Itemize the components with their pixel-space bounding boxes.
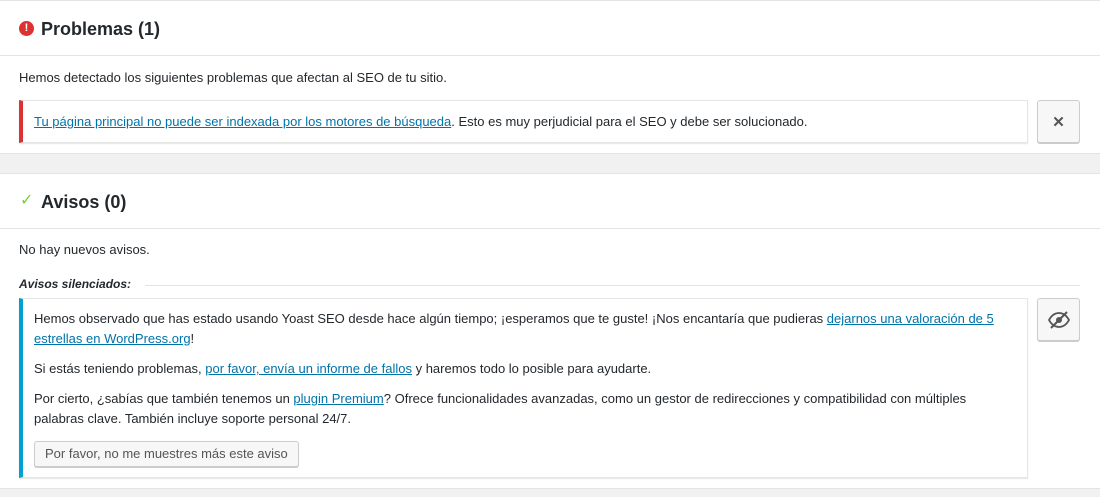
muted-divider — [145, 285, 1080, 286]
rating-text: Hemos observado que has estado usando Yo… — [34, 311, 827, 326]
checkmark-icon: ✓ — [20, 192, 34, 209]
muted-notices-heading: Avisos silenciados: — [19, 277, 132, 291]
rating-paragraph: Hemos observado que has estado usando Yo… — [34, 309, 997, 349]
problems-intro: Hemos detectado los siguientes problemas… — [19, 70, 447, 85]
bug-report-paragraph: Si estás teniendo problemas, por favor, … — [34, 359, 997, 379]
premium-paragraph: Por cierto, ¿sabías que también tenemos … — [34, 389, 997, 429]
problems-header: ! Problemas (1) — [0, 1, 1100, 56]
close-icon: ✕ — [1052, 113, 1065, 131]
bug-report-text-end: y haremos todo lo posible para ayudarte. — [411, 361, 652, 376]
homepage-index-link[interactable]: Tu página principal no puede ser indexad… — [34, 114, 451, 129]
warnings-title: Avisos (0) — [41, 192, 127, 212]
problems-panel: ! Problemas (1) Hemos detectado los sigu… — [0, 0, 1100, 154]
unhide-notice-button[interactable] — [1037, 298, 1080, 341]
bug-report-text: Si estás teniendo problemas, — [34, 361, 206, 376]
alert-circle-icon: ! — [19, 21, 34, 36]
rating-request-notice: Hemos observado que has estado usando Yo… — [19, 298, 1028, 478]
bug-report-link[interactable]: por favor, envía un informe de fallos — [205, 361, 412, 376]
warnings-intro: No hay nuevos avisos. — [19, 242, 150, 257]
dont-show-again-button[interactable]: Por favor, no me muestres más este aviso — [34, 441, 299, 467]
index-error-text: . Esto es muy perjudicial para el SEO y … — [451, 114, 808, 129]
problems-title: Problemas (1) — [41, 19, 161, 39]
rating-text-end: ! — [190, 331, 195, 346]
eye-slash-icon — [1047, 310, 1070, 329]
dismiss-problem-button[interactable]: ✕ — [1037, 100, 1080, 143]
index-error-notice: Tu página principal no puede ser indexad… — [19, 100, 1028, 143]
warnings-panel: ✓ Avisos (0) No hay nuevos avisos. Aviso… — [0, 173, 1100, 489]
index-error-message: Tu página principal no puede ser indexad… — [34, 112, 997, 132]
premium-text: Por cierto, ¿sabías que también tenemos … — [34, 391, 294, 406]
premium-plugin-link[interactable]: plugin Premium — [293, 391, 383, 406]
warnings-header: ✓ Avisos (0) — [0, 174, 1100, 229]
